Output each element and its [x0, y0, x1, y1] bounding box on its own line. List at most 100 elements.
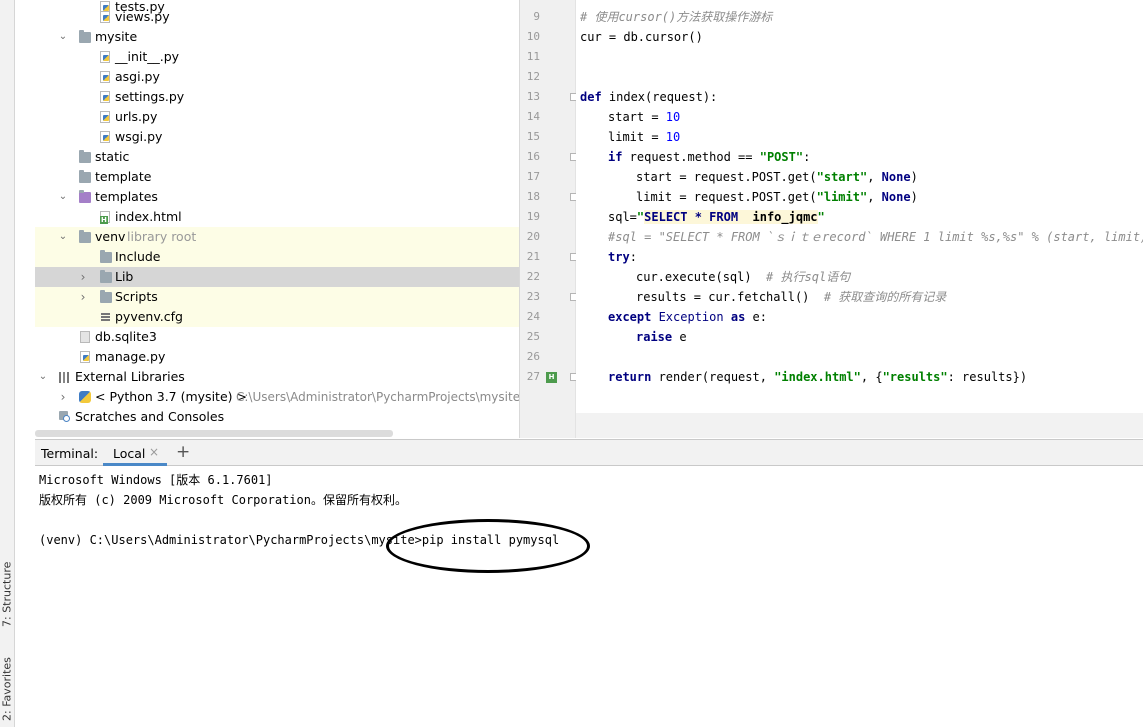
tree-folder[interactable]: static: [35, 147, 519, 167]
tree-item[interactable]: __init__.py: [35, 47, 519, 67]
chevron-down-icon[interactable]: ⌄: [57, 187, 69, 207]
tree-item-label: manage.py: [95, 349, 166, 364]
tree-item[interactable]: views.py: [35, 7, 519, 27]
chevron-right-icon[interactable]: ›: [77, 267, 89, 287]
folder-icon: [100, 270, 112, 283]
close-icon[interactable]: ×: [149, 445, 159, 459]
tree-item-label: templates: [95, 189, 158, 204]
tree-item-label: urls.py: [115, 109, 158, 124]
tree-item-label: Scripts: [115, 289, 158, 304]
favorites-tab-label: 2: Favorites: [0, 657, 14, 722]
line-number: 25: [526, 330, 540, 343]
code-string: "index.html": [774, 370, 861, 384]
line-number: 11: [526, 50, 540, 63]
line-number: 20: [526, 230, 540, 243]
code-keyword: return: [608, 370, 652, 384]
template-gutter-icon[interactable]: H: [546, 372, 557, 383]
code-number: 10: [665, 130, 681, 144]
python-file-icon: [100, 51, 110, 63]
python-file-icon: [100, 11, 110, 23]
code-line-23: results = cur.fetchall() # 获取查询的所有记录: [636, 287, 946, 307]
python-file-icon: [80, 351, 90, 363]
tab-local-label: Local: [113, 446, 146, 461]
left-tool-strip: 7: Structure 2: Favorites: [0, 0, 15, 727]
code-text: ): [910, 190, 918, 204]
tree-item-label: views.py: [115, 9, 170, 24]
tree-item[interactable]: pyvenv.cfg: [35, 307, 519, 327]
tree-item[interactable]: index.html: [35, 207, 519, 227]
tree-scratches[interactable]: Scratches and Consoles: [35, 407, 519, 427]
line-number: 24: [526, 310, 540, 323]
tree-item-label: __init__.py: [115, 49, 180, 64]
code-keyword: None: [881, 190, 911, 204]
tree-item[interactable]: manage.py: [35, 347, 519, 367]
tree-item-label: Include: [115, 249, 161, 264]
code-builtin: Exception: [651, 310, 731, 324]
code-text: ,: [867, 170, 882, 184]
terminal-header: Terminal: Local × +: [35, 439, 1143, 466]
line-number: 13: [526, 90, 540, 103]
tree-external-libraries[interactable]: ⌄ External Libraries: [35, 367, 519, 387]
code-comment: # 获取查询的所有记录: [823, 290, 947, 304]
chevron-down-icon[interactable]: ⌄: [57, 227, 69, 247]
tree-item-label: wsgi.py: [115, 129, 163, 144]
chevron-right-icon[interactable]: ›: [57, 387, 69, 407]
code-text: :: [803, 150, 811, 164]
tree-item[interactable]: urls.py: [35, 107, 519, 127]
tree-item-label: index.html: [115, 209, 182, 224]
code-editor[interactable]: # 使用cursor()方法获取操作游标 cur = db.cursor() d…: [576, 0, 1143, 413]
code-text: sql=: [608, 210, 637, 224]
code-line-24: except Exception as e:: [608, 307, 767, 327]
tree-folder-venv[interactable]: ⌄ venv library root: [35, 227, 519, 247]
code-text: , {: [860, 370, 883, 384]
folder-icon: [79, 150, 91, 163]
chevron-right-icon[interactable]: ›: [77, 287, 89, 307]
tree-item[interactable]: db.sqlite3: [35, 327, 519, 347]
folder-icon: [79, 30, 91, 43]
folder-icon: [79, 230, 91, 243]
line-number: 26: [526, 350, 540, 363]
tab-local[interactable]: Local ×: [103, 440, 167, 466]
tree-folder-templates[interactable]: ⌄ templates: [35, 187, 519, 207]
code-keyword: except: [608, 310, 652, 324]
code-string: ": [817, 210, 825, 224]
tree-folder[interactable]: template: [35, 167, 519, 187]
add-tab-icon[interactable]: +: [176, 442, 190, 462]
tree-item[interactable]: asgi.py: [35, 67, 519, 87]
code-line-21: try:: [608, 247, 637, 267]
chevron-down-icon[interactable]: ⌄: [57, 27, 69, 47]
editor-gutter: 9 10 11 12 13 14 15 16 17 18 19 20 21 22…: [520, 0, 577, 438]
line-number: 22: [526, 270, 540, 283]
code-keyword: if: [608, 150, 623, 164]
terminal-output[interactable]: Microsoft Windows [版本 6.1.7601] 版权所有 (c)…: [35, 466, 1143, 727]
code-keyword: try: [608, 250, 630, 264]
tree-folder[interactable]: Include: [35, 247, 519, 267]
line-number: 16: [526, 150, 540, 163]
tree-python-sdk[interactable]: › < Python 3.7 (mysite) > C:\Users\Admin…: [35, 387, 519, 407]
structure-tool-tab[interactable]: 7: Structure: [0, 552, 14, 636]
code-line-16: if request.method == "POST":: [608, 147, 810, 167]
tree-folder-scripts[interactable]: › Scripts: [35, 287, 519, 307]
highlight-ellipse: [386, 519, 590, 573]
database-file-icon: [80, 331, 90, 343]
library-root-note: library root: [127, 229, 197, 244]
terminal-title: Terminal:: [41, 446, 99, 461]
code-text: render(request,: [651, 370, 775, 384]
python-icon: [79, 391, 91, 403]
tree-folder-lib[interactable]: › Lib: [35, 267, 519, 287]
folder-icon: [100, 290, 112, 303]
chevron-down-icon[interactable]: ⌄: [37, 367, 49, 387]
tree-item-label: Lib: [115, 269, 134, 284]
tree-folder-mysite[interactable]: ⌄ mysite: [35, 27, 519, 47]
code-string: "start": [816, 170, 868, 184]
tree-item-label: db.sqlite3: [95, 329, 157, 344]
tree-item[interactable]: wsgi.py: [35, 127, 519, 147]
line-number: 23: [526, 290, 540, 303]
code-text: request.method ==: [622, 150, 760, 164]
favorites-tool-tab[interactable]: 2: Favorites: [0, 652, 14, 727]
html-file-icon: [100, 211, 110, 224]
code-text: results = cur.fetchall(): [636, 290, 824, 304]
tree-horizontal-scrollbar[interactable]: [35, 430, 393, 437]
config-file-icon: [101, 313, 110, 321]
tree-item[interactable]: settings.py: [35, 87, 519, 107]
